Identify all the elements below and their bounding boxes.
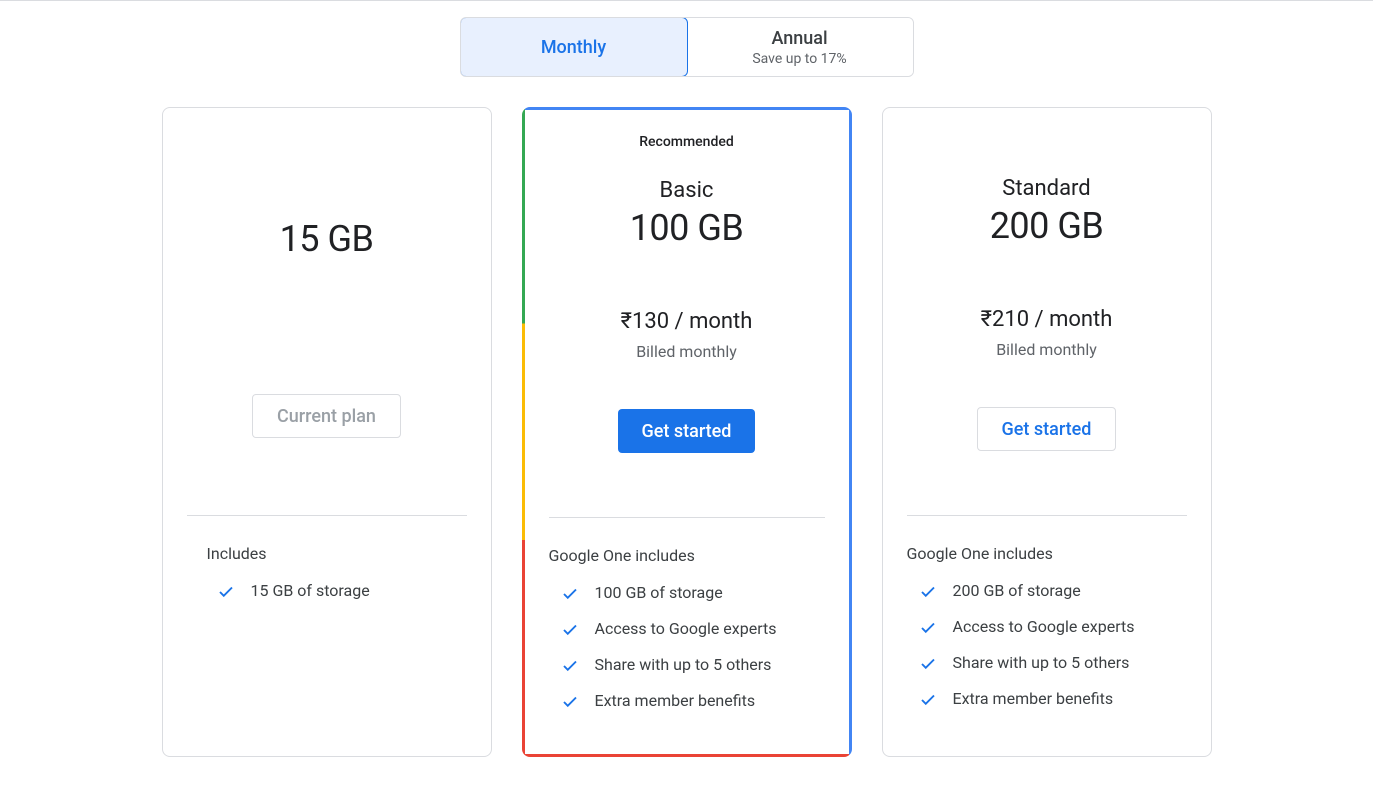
toggle-annual-sub: Save up to 17% xyxy=(752,51,846,67)
recommended-badge: Recommended xyxy=(639,134,734,154)
list-item: Share with up to 5 others xyxy=(907,653,1187,673)
plan-standard-top: Standard 200 GB ₹210 / month Billed mont… xyxy=(907,108,1187,516)
check-icon xyxy=(217,583,235,601)
list-item: Access to Google experts xyxy=(549,619,825,639)
list-item: Access to Google experts xyxy=(907,617,1187,637)
plans-grid: 15 GB Current plan Includes 15 GB of sto… xyxy=(0,107,1373,757)
plan-free-top: 15 GB Current plan xyxy=(187,108,467,516)
billing-toggle: Monthly Annual Save up to 17% xyxy=(0,1,1373,77)
feature-text: 200 GB of storage xyxy=(953,581,1081,600)
plan-basic-size: 100 GB xyxy=(630,207,744,249)
feature-text: 15 GB of storage xyxy=(251,581,370,600)
plan-standard-price: ₹210 / month xyxy=(981,307,1113,332)
list-item: 100 GB of storage xyxy=(549,583,825,603)
check-icon xyxy=(561,657,579,675)
list-item: 200 GB of storage xyxy=(907,581,1187,601)
plan-basic-features: 100 GB of storage Access to Google exper… xyxy=(549,583,825,727)
feature-text: Access to Google experts xyxy=(595,619,777,638)
check-icon xyxy=(561,621,579,639)
billing-toggle-group: Monthly Annual Save up to 17% xyxy=(460,17,914,77)
check-icon xyxy=(561,693,579,711)
feature-text: Extra member benefits xyxy=(595,691,756,710)
plan-standard-size: 200 GB xyxy=(990,205,1104,247)
check-icon xyxy=(919,655,937,673)
list-item: Extra member benefits xyxy=(549,691,825,711)
toggle-annual-label: Annual xyxy=(771,28,827,49)
toggle-annual[interactable]: Annual Save up to 17% xyxy=(687,18,913,76)
plan-basic-billing: Billed monthly xyxy=(636,342,737,361)
plan-basic-top: Recommended Basic 100 GB ₹130 / month Bi… xyxy=(549,110,825,518)
check-icon xyxy=(561,585,579,603)
plan-standard-billing: Billed monthly xyxy=(996,340,1097,359)
check-icon xyxy=(919,691,937,709)
feature-text: Share with up to 5 others xyxy=(953,653,1130,672)
feature-text: Extra member benefits xyxy=(953,689,1114,708)
toggle-monthly[interactable]: Monthly xyxy=(460,17,688,77)
get-started-standard-button[interactable]: Get started xyxy=(977,407,1117,451)
plan-standard-includes-title: Google One includes xyxy=(907,544,1187,563)
plan-standard-features: 200 GB of storage Access to Google exper… xyxy=(907,581,1187,725)
plan-free-size: 15 GB xyxy=(280,218,374,260)
plan-standard-name: Standard xyxy=(1002,176,1090,201)
list-item: 15 GB of storage xyxy=(187,581,467,601)
plan-free-includes-title: Includes xyxy=(187,544,467,563)
plan-basic-name: Basic xyxy=(660,178,714,203)
feature-text: Access to Google experts xyxy=(953,617,1135,636)
current-plan-button: Current plan xyxy=(252,394,401,438)
spacer xyxy=(1045,132,1048,152)
get-started-basic-button[interactable]: Get started xyxy=(618,409,756,453)
plan-free-features: 15 GB of storage xyxy=(187,581,467,617)
toggle-monthly-label: Monthly xyxy=(541,37,606,58)
plan-basic-includes-title: Google One includes xyxy=(549,546,825,565)
check-icon xyxy=(919,583,937,601)
feature-text: 100 GB of storage xyxy=(595,583,723,602)
plan-free: 15 GB Current plan Includes 15 GB of sto… xyxy=(162,107,492,757)
plan-basic: Recommended Basic 100 GB ₹130 / month Bi… xyxy=(522,107,852,757)
plan-standard: Standard 200 GB ₹210 / month Billed mont… xyxy=(882,107,1212,757)
list-item: Share with up to 5 others xyxy=(549,655,825,675)
feature-text: Share with up to 5 others xyxy=(595,655,772,674)
list-item: Extra member benefits xyxy=(907,689,1187,709)
check-icon xyxy=(919,619,937,637)
plan-basic-price: ₹130 / month xyxy=(621,309,753,334)
